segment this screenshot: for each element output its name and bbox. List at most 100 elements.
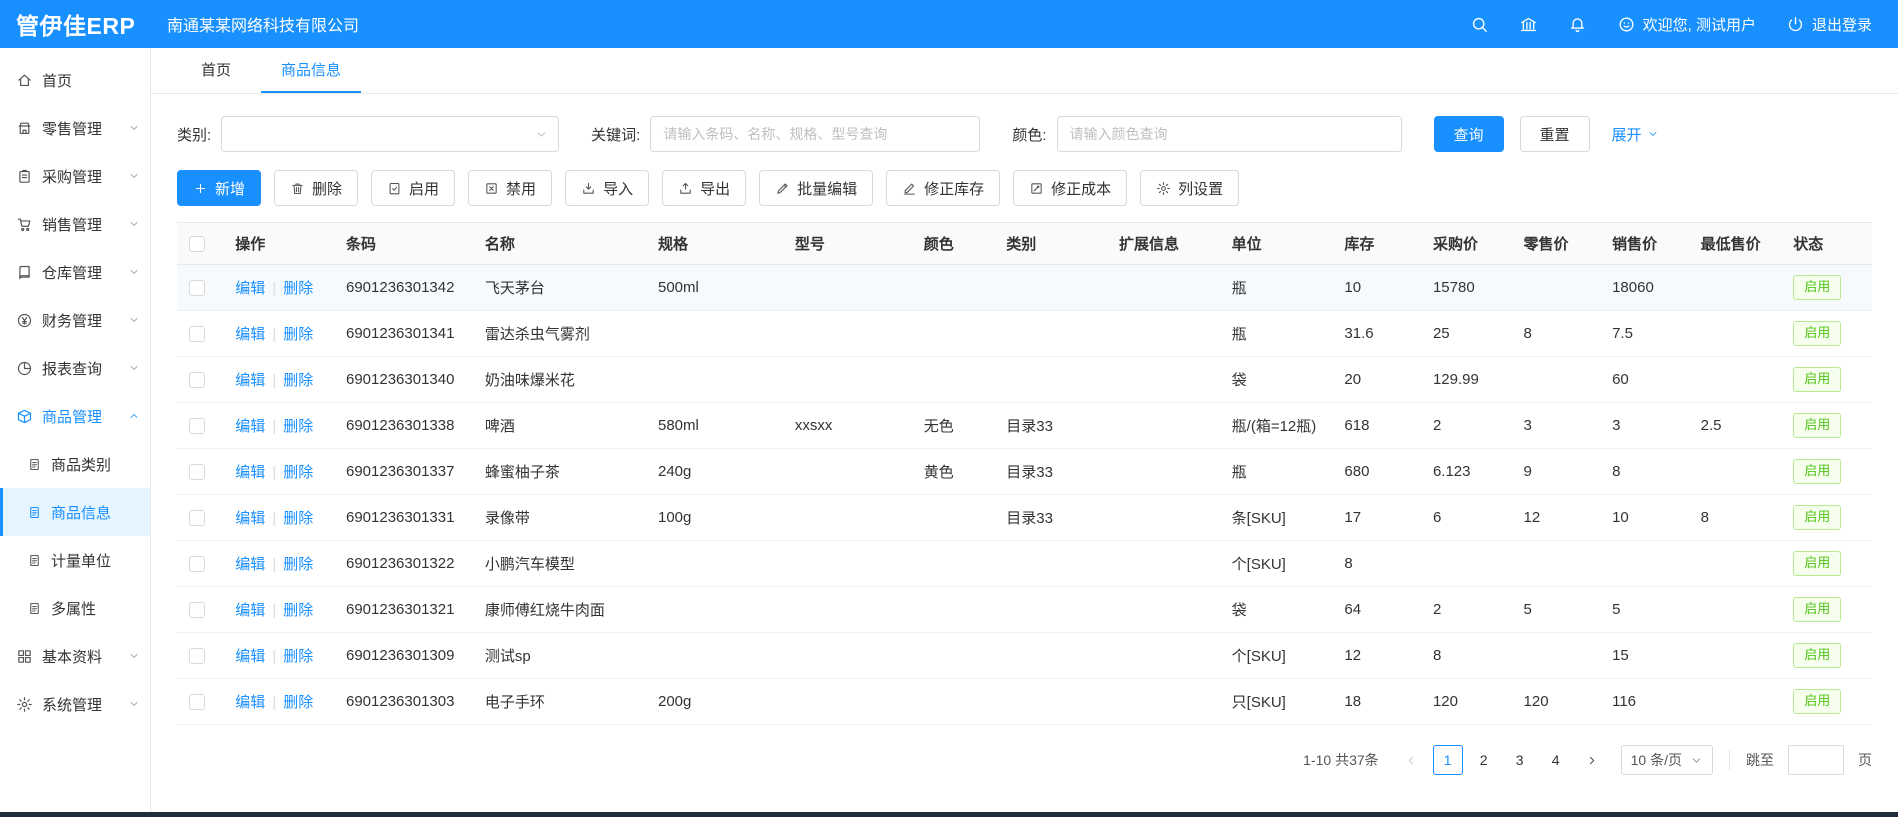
sidebar-item-3[interactable]: 销售管理 [0, 200, 150, 248]
page-size-select[interactable]: 10 条/页 [1621, 745, 1713, 775]
doc-icon [27, 505, 42, 520]
color-input[interactable] [1057, 116, 1402, 152]
toolbar-button-7[interactable]: 修正库存 [886, 170, 1000, 206]
sidebar-item-7[interactable]: 商品管理 [0, 392, 150, 440]
search-button[interactable]: 查询 [1434, 116, 1504, 152]
sidebar-item-5[interactable]: 财务管理 [0, 296, 150, 344]
chevron-down-icon [128, 170, 140, 182]
sidebar-item-8[interactable]: 商品类别 [0, 440, 150, 488]
keyword-input[interactable] [650, 116, 980, 152]
cell-barcode: 6901236301338 [334, 403, 473, 449]
table-row: 编辑|删除6901236301322小鹏汽车模型个[SKU]8启用 [177, 541, 1872, 587]
toolbar-button-2[interactable]: 启用 [371, 170, 455, 206]
row-checkbox[interactable] [189, 418, 205, 434]
sidebar-item-4[interactable]: 仓库管理 [0, 248, 150, 296]
edit-link[interactable]: 编辑 [235, 280, 265, 297]
expand-link[interactable]: 展开 [1612, 124, 1659, 145]
sidebar-item-11[interactable]: 多属性 [0, 584, 150, 632]
row-checkbox[interactable] [189, 648, 205, 664]
notifications-icon[interactable] [1568, 15, 1587, 34]
toolbar-button-0[interactable]: 新增 [177, 170, 261, 206]
edit-link[interactable]: 编辑 [235, 694, 265, 711]
doc-icon [27, 601, 42, 616]
cell-model: xxsxx [783, 403, 912, 449]
sidebar-item-6[interactable]: 报表查询 [0, 344, 150, 392]
sidebar-item-13[interactable]: 系统管理 [0, 680, 150, 728]
status-badge[interactable]: 启用 [1793, 413, 1841, 438]
row-checkbox[interactable] [189, 556, 205, 572]
delete-link[interactable]: 删除 [283, 510, 313, 527]
delete-link[interactable]: 删除 [283, 326, 313, 343]
status-badge[interactable]: 启用 [1793, 597, 1841, 622]
cell-ext [1107, 403, 1220, 449]
next-page-button[interactable] [1577, 745, 1607, 775]
toolbar-button-6[interactable]: 批量编辑 [759, 170, 873, 206]
edit-link[interactable]: 编辑 [235, 510, 265, 527]
sidebar-item-10[interactable]: 计量单位 [0, 536, 150, 584]
toolbar-button-label: 导出 [700, 178, 730, 199]
row-checkbox[interactable] [189, 464, 205, 480]
row-checkbox[interactable] [189, 326, 205, 342]
home-store-icon[interactable] [1519, 15, 1538, 34]
sidebar-item-9[interactable]: 商品信息 [0, 488, 150, 536]
select-all-checkbox[interactable] [189, 236, 205, 252]
jump-input[interactable] [1788, 745, 1844, 775]
trash-icon [290, 181, 305, 196]
welcome-user[interactable]: 欢迎您, 测试用户 [1617, 14, 1756, 35]
toolbar-button-4[interactable]: 导入 [565, 170, 649, 206]
toolbar-button-5[interactable]: 导出 [662, 170, 746, 206]
delete-link[interactable]: 删除 [283, 556, 313, 573]
reset-button[interactable]: 重置 [1520, 116, 1590, 152]
status-badge[interactable]: 启用 [1793, 689, 1841, 714]
delete-link[interactable]: 删除 [283, 648, 313, 665]
edit-link[interactable]: 编辑 [235, 326, 265, 343]
cell-ext [1107, 311, 1220, 357]
row-checkbox[interactable] [189, 280, 205, 296]
edit-link[interactable]: 编辑 [235, 464, 265, 481]
toolbar-button-3[interactable]: 禁用 [468, 170, 552, 206]
delete-link[interactable]: 删除 [283, 280, 313, 297]
cell-sale_price: 8 [1600, 449, 1689, 495]
row-checkbox[interactable] [189, 602, 205, 618]
status-badge[interactable]: 启用 [1793, 367, 1841, 392]
tab-1[interactable]: 商品信息 [261, 48, 361, 93]
sidebar-item-1[interactable]: 零售管理 [0, 104, 150, 152]
edit-link[interactable]: 编辑 [235, 418, 265, 435]
cell-ops: 编辑|删除 [223, 495, 334, 541]
sidebar-item-12[interactable]: 基本资料 [0, 632, 150, 680]
delete-link[interactable]: 删除 [283, 372, 313, 389]
search-icon[interactable] [1470, 15, 1489, 34]
cell-sale_price: 10 [1600, 495, 1689, 541]
row-checkbox[interactable] [189, 694, 205, 710]
status-badge[interactable]: 启用 [1793, 275, 1841, 300]
page-button-2[interactable]: 2 [1469, 745, 1499, 775]
status-badge[interactable]: 启用 [1793, 643, 1841, 668]
delete-link[interactable]: 删除 [283, 694, 313, 711]
page-button-4[interactable]: 4 [1541, 745, 1571, 775]
tab-0[interactable]: 首页 [181, 48, 251, 93]
page-button-3[interactable]: 3 [1505, 745, 1535, 775]
delete-link[interactable]: 删除 [283, 418, 313, 435]
edit-link[interactable]: 编辑 [235, 648, 265, 665]
status-badge[interactable]: 启用 [1793, 551, 1841, 576]
row-checkbox[interactable] [189, 510, 205, 526]
sidebar-item-0[interactable]: 首页 [0, 56, 150, 104]
edit-link[interactable]: 编辑 [235, 372, 265, 389]
edit-link[interactable]: 编辑 [235, 602, 265, 619]
delete-link[interactable]: 删除 [283, 464, 313, 481]
sidebar-item-2[interactable]: 采购管理 [0, 152, 150, 200]
prev-page-button[interactable] [1397, 745, 1427, 775]
column-header: 采购价 [1421, 223, 1512, 265]
status-badge[interactable]: 启用 [1793, 505, 1841, 530]
edit-link[interactable]: 编辑 [235, 556, 265, 573]
toolbar-button-1[interactable]: 删除 [274, 170, 358, 206]
toolbar-button-8[interactable]: 修正成本 [1013, 170, 1127, 206]
status-badge[interactable]: 启用 [1793, 459, 1841, 484]
page-button-1[interactable]: 1 [1433, 745, 1463, 775]
row-checkbox[interactable] [189, 372, 205, 388]
delete-link[interactable]: 删除 [283, 602, 313, 619]
category-select[interactable] [221, 116, 559, 152]
toolbar-button-9[interactable]: 列设置 [1140, 170, 1239, 206]
status-badge[interactable]: 启用 [1793, 321, 1841, 346]
logout-button[interactable]: 退出登录 [1786, 14, 1872, 35]
